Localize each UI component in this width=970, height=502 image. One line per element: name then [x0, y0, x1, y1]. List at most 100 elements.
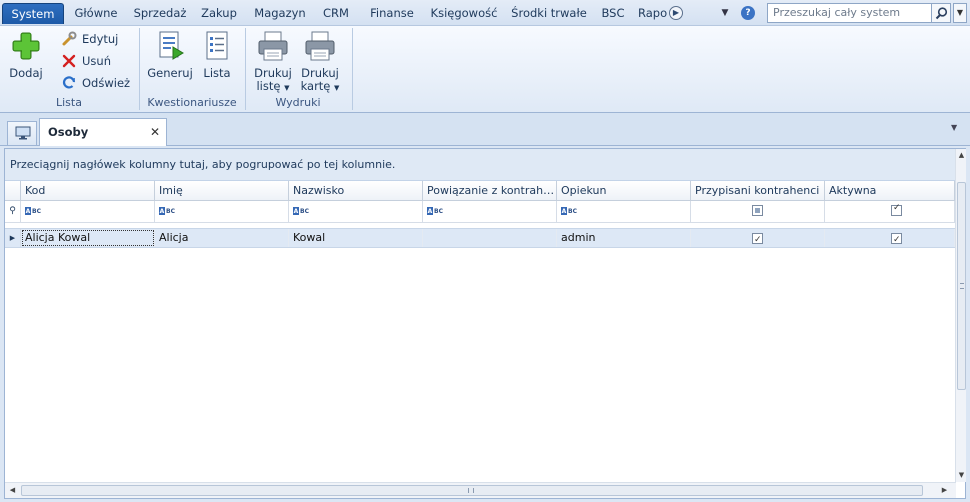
- help-icon[interactable]: ?: [741, 6, 755, 20]
- edit-button[interactable]: Edytuj: [61, 30, 118, 48]
- print-card-button[interactable]: Drukuj kartę ▼: [299, 29, 341, 95]
- menu-tab-system[interactable]: System: [2, 3, 64, 24]
- menu-tab-sprzedaz[interactable]: Sprzedaż: [130, 3, 190, 24]
- vertical-scrollbar[interactable]: ▲ ▼: [955, 149, 966, 482]
- grid-filter-row: ⚲ A BC A BC A BC A BC A BC: [5, 201, 955, 223]
- menu-tab-magazyn[interactable]: Magazyn: [250, 3, 310, 24]
- search-icon: [935, 7, 948, 20]
- menu-tab-bsc[interactable]: BSC: [596, 3, 630, 24]
- print-card-label-2: kartę: [300, 79, 331, 93]
- edit-button-label: Edytuj: [82, 32, 119, 46]
- menu-tab-zakup[interactable]: Zakup: [196, 3, 242, 24]
- checkbox-przypisani[interactable]: [752, 231, 763, 247]
- menu-bar: System Główne Sprzedaż Zakup Magazyn CRM…: [0, 0, 970, 26]
- scroll-right-icon[interactable]: ▶: [939, 485, 950, 496]
- cell-kod[interactable]: Alicja Kowal: [21, 229, 155, 247]
- grip-icon: [960, 283, 964, 289]
- questionnaire-list-button-label: Lista: [203, 66, 231, 80]
- filter-przypisani[interactable]: [691, 201, 825, 222]
- grip-icon: [468, 488, 474, 493]
- questionnaire-list-button[interactable]: Lista: [200, 29, 234, 80]
- cell-imie[interactable]: Alicja: [155, 229, 289, 247]
- column-header-przypisani[interactable]: Przypisani kontrahenci: [691, 181, 825, 200]
- delete-x-icon: [62, 54, 76, 68]
- add-button[interactable]: Dodaj: [6, 29, 46, 80]
- menu-tab-ksiegowosc[interactable]: Księgowość: [426, 3, 502, 24]
- scroll-down-icon[interactable]: ▼: [956, 470, 967, 481]
- document-tab-strip: Osoby kontaktowe ✕ ▼: [0, 113, 970, 165]
- close-icon[interactable]: ✕: [150, 119, 160, 145]
- text-filter-icon: A BC: [427, 207, 443, 215]
- group-label-lista: Lista: [56, 96, 82, 109]
- add-button-label: Dodaj: [9, 66, 43, 80]
- cell-przypisani[interactable]: [691, 229, 825, 247]
- print-card-label-1: Drukuj: [301, 66, 339, 80]
- checkbox-aktywna[interactable]: [891, 231, 902, 247]
- generate-form-icon: [153, 29, 187, 63]
- list-icon: [200, 29, 234, 63]
- plus-icon: [9, 29, 43, 63]
- filter-nazwisko[interactable]: A BC: [289, 201, 423, 222]
- generate-button[interactable]: Generuj: [146, 29, 194, 80]
- group-label-wydruki: Wydruki: [275, 96, 321, 109]
- search-dropdown-icon[interactable]: ▼: [953, 3, 967, 23]
- grid-header-row: Kod Imię Nazwisko Powiązanie z kontrahe.…: [5, 181, 955, 201]
- filter-powiazanie[interactable]: A BC: [423, 201, 557, 222]
- scroll-thumb[interactable]: [957, 182, 966, 390]
- delete-button-label: Usuń: [82, 54, 111, 68]
- group-separator: [352, 28, 353, 110]
- table-row[interactable]: ▶ Alicja Kowal Alicja Kowal admin: [5, 228, 955, 248]
- chevron-down-icon: ▼: [284, 84, 290, 92]
- cell-nazwisko[interactable]: Kowal: [289, 229, 423, 247]
- horizontal-scrollbar[interactable]: ◀ ▶: [5, 482, 956, 498]
- printer-icon: [303, 29, 337, 63]
- filter-imie[interactable]: A BC: [155, 201, 289, 222]
- ribbon: Dodaj Edytuj Usuń Odśwież Lista Generuj …: [0, 26, 970, 113]
- column-header-nazwisko[interactable]: Nazwisko: [289, 181, 423, 200]
- filter-aktywna[interactable]: [825, 201, 955, 222]
- column-header-powiazanie[interactable]: Powiązanie z kontrahe...: [423, 181, 557, 200]
- filter-kod[interactable]: A BC: [21, 201, 155, 222]
- delete-button[interactable]: Usuń: [61, 52, 111, 70]
- column-header-aktywna[interactable]: Aktywna: [825, 181, 955, 200]
- wrench-icon: [62, 31, 77, 46]
- scroll-thumb[interactable]: [21, 485, 923, 496]
- generate-button-label: Generuj: [147, 66, 193, 80]
- tab-osoby-kontaktowe[interactable]: Osoby kontaktowe ✕: [39, 118, 167, 165]
- global-search-input[interactable]: Przeszukaj cały system: [767, 3, 951, 23]
- menu-scroll-right-icon[interactable]: ▶: [669, 6, 683, 20]
- refresh-button[interactable]: Odśwież: [61, 74, 130, 92]
- print-list-button[interactable]: Drukuj listę ▼: [252, 29, 294, 95]
- desktop-tab[interactable]: [7, 121, 37, 145]
- menu-dropdown-icon[interactable]: ▼: [718, 4, 732, 22]
- menu-tab-finanse[interactable]: Finanse: [365, 3, 419, 24]
- group-by-panel[interactable]: Przeciągnij nagłówek kolumny tutaj, aby …: [5, 149, 956, 181]
- tab-list-dropdown-icon[interactable]: ▼: [951, 123, 957, 132]
- monitor-icon: [15, 126, 31, 140]
- menu-tab-crm[interactable]: CRM: [318, 3, 354, 24]
- filter-checkbox-aktywna[interactable]: [891, 203, 902, 216]
- scroll-up-icon[interactable]: ▲: [956, 150, 967, 161]
- menu-tab-glowne[interactable]: Główne: [68, 3, 124, 24]
- print-list-label-2: listę: [256, 79, 281, 93]
- filter-opiekun[interactable]: A BC: [557, 201, 691, 222]
- group-by-hint: Przeciągnij nagłówek kolumny tutaj, aby …: [10, 158, 396, 171]
- cell-powiazanie[interactable]: [423, 229, 557, 247]
- text-filter-icon: A BC: [159, 207, 175, 215]
- menu-tab-srodki-trwale[interactable]: Środki trwałe: [508, 3, 590, 24]
- text-filter-icon: A BC: [293, 207, 309, 215]
- column-header-kod[interactable]: Kod: [21, 181, 155, 200]
- print-list-label-1: Drukuj: [254, 66, 292, 80]
- column-header-imie[interactable]: Imię: [155, 181, 289, 200]
- filter-pin-icon: ⚲: [5, 201, 21, 222]
- column-header-opiekun[interactable]: Opiekun: [557, 181, 691, 200]
- search-button[interactable]: [931, 3, 951, 23]
- row-indicator-header: [5, 181, 21, 200]
- printer-icon: [256, 29, 290, 63]
- scroll-left-icon[interactable]: ◀: [7, 485, 18, 496]
- cell-opiekun[interactable]: admin: [557, 229, 691, 247]
- cell-aktywna[interactable]: [825, 229, 955, 247]
- menu-tab-raporty[interactable]: Rapo: [638, 3, 672, 24]
- filter-checkbox-przypisani[interactable]: [752, 205, 763, 216]
- refresh-button-label: Odśwież: [82, 76, 131, 90]
